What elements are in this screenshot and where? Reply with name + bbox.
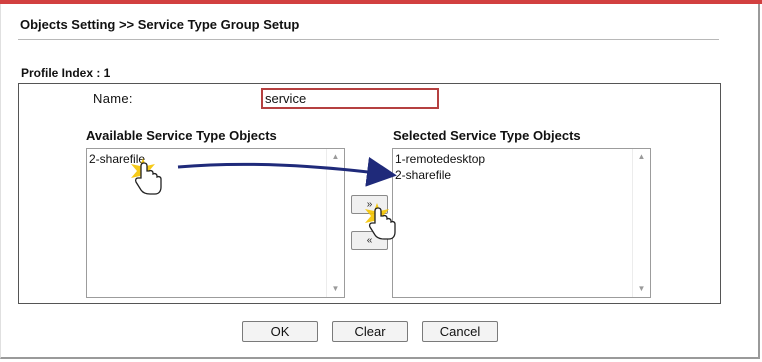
list-item[interactable]: 1-remotedesktop [395, 151, 630, 167]
scroll-down-icon[interactable]: ▼ [327, 281, 344, 297]
ok-button[interactable]: OK [242, 321, 318, 342]
title-divider [18, 39, 719, 40]
selected-list-scrollbar[interactable]: ▲ ▼ [632, 149, 650, 297]
available-objects-label: Available Service Type Objects [86, 128, 277, 143]
selected-objects-list[interactable]: 1-remotedesktop 2-sharefile ▲ ▼ [392, 148, 651, 298]
scroll-up-icon[interactable]: ▲ [327, 149, 344, 165]
clear-button[interactable]: Clear [332, 321, 408, 342]
name-label: Name: [93, 91, 133, 106]
selected-objects-label: Selected Service Type Objects [393, 128, 581, 143]
scroll-up-icon[interactable]: ▲ [633, 149, 650, 165]
list-item[interactable]: 2-sharefile [89, 151, 324, 167]
page-title: Objects Setting >> Service Type Group Se… [20, 17, 300, 32]
available-list-scrollbar[interactable]: ▲ ▼ [326, 149, 344, 297]
add-to-selected-button[interactable]: » [351, 195, 388, 214]
name-input[interactable] [261, 88, 439, 109]
available-objects-list[interactable]: 2-sharefile ▲ ▼ [86, 148, 345, 298]
profile-index-label: Profile Index : 1 [21, 66, 111, 80]
scroll-down-icon[interactable]: ▼ [633, 281, 650, 297]
remove-from-selected-button[interactable]: « [351, 231, 388, 250]
cancel-button[interactable]: Cancel [422, 321, 498, 342]
list-item[interactable]: 2-sharefile [395, 167, 630, 183]
